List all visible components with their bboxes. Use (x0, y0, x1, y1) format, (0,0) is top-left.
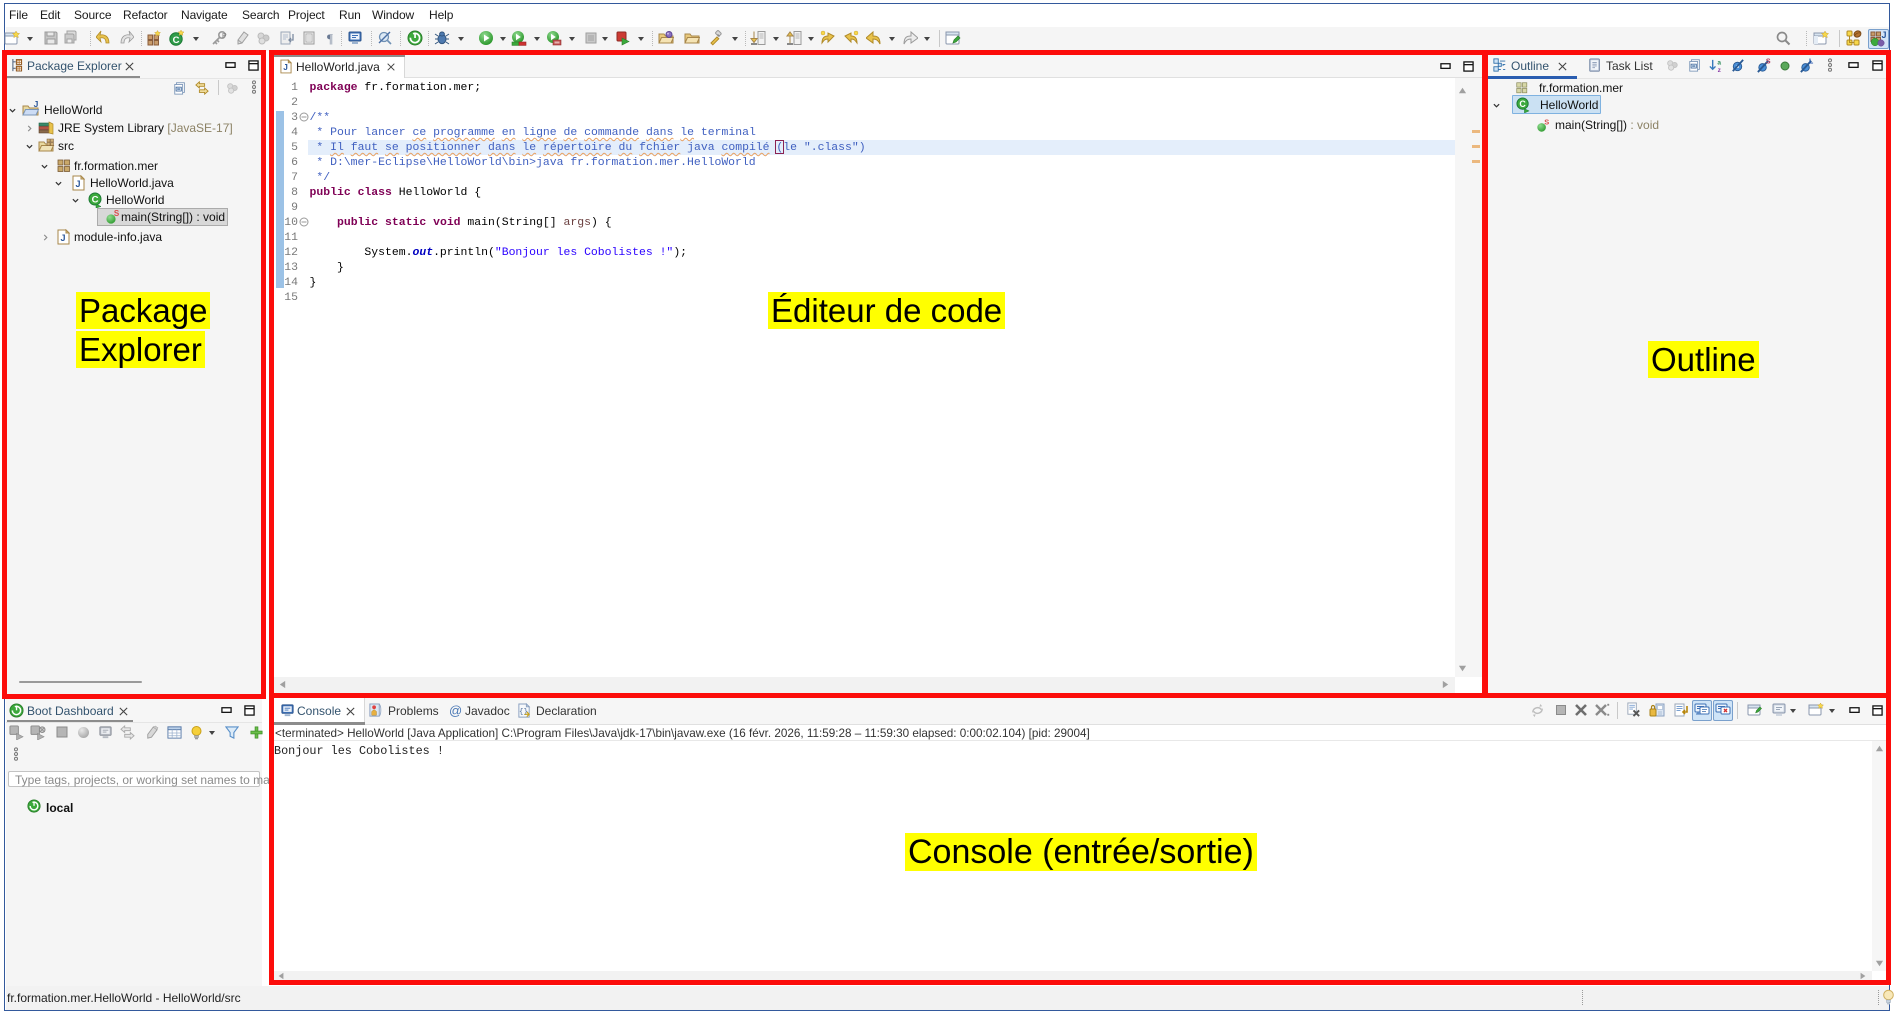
svg-text:J: J (1881, 31, 1886, 40)
svg-text:¶: ¶ (327, 31, 333, 46)
svg-text:P: P (222, 33, 227, 40)
svg-text:C: C (173, 35, 180, 46)
